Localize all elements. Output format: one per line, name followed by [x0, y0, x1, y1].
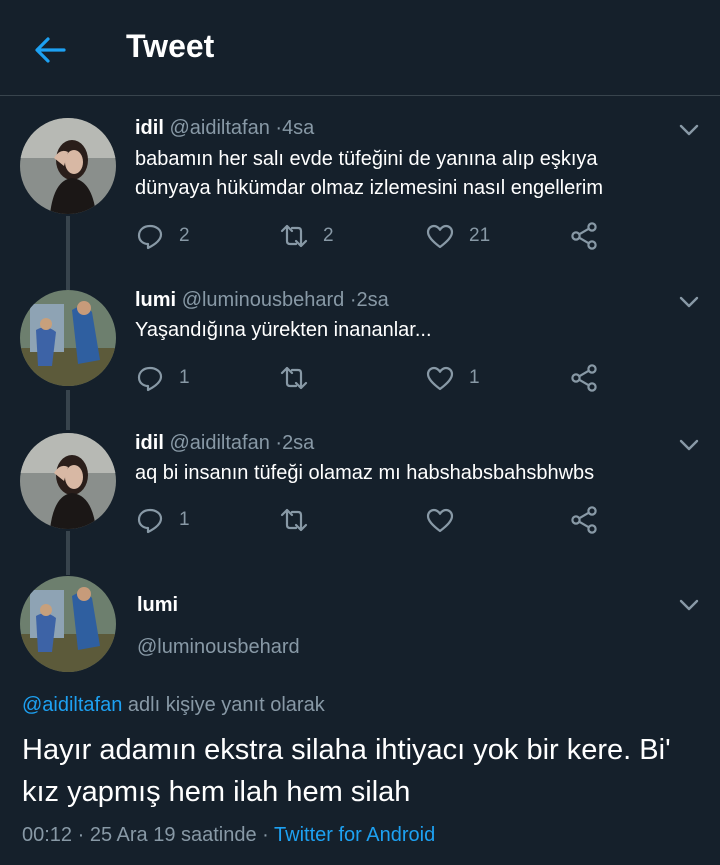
reply-button[interactable]: 2: [135, 219, 190, 253]
author-name[interactable]: idil: [135, 432, 164, 454]
reply-to-suffix: adlı kişiye yanıt olarak: [122, 694, 325, 716]
retweet-button[interactable]: 2: [279, 219, 334, 253]
share-button[interactable]: [569, 503, 599, 537]
retweet-button[interactable]: [279, 503, 309, 537]
retweet-count: 2: [323, 225, 334, 246]
avatar[interactable]: [20, 576, 116, 672]
avatar[interactable]: [20, 118, 116, 214]
retweet-icon: [280, 224, 308, 248]
reply-icon: [137, 224, 163, 250]
reply-button[interactable]: 1: [135, 361, 190, 395]
retweet-button[interactable]: [279, 361, 309, 395]
thread-line: [66, 531, 70, 575]
retweet-icon: [280, 366, 308, 390]
reply-count: 2: [179, 225, 190, 246]
chevron-down-icon[interactable]: [676, 289, 702, 315]
tweet-meta: 00:12 · 25 Ara 19 saatinde · Twitter for…: [22, 824, 435, 847]
reply-icon: [137, 366, 163, 392]
tweet-text: Yaşandığına yürekten inananlar...: [135, 319, 432, 341]
source-link[interactable]: Twitter for Android: [274, 824, 435, 846]
share-button[interactable]: [569, 219, 599, 253]
chevron-down-icon[interactable]: [676, 117, 702, 143]
like-button[interactable]: 21: [425, 219, 490, 253]
replying-to: @aidiltafan adlı kişiye yanıt olarak: [22, 694, 325, 717]
author-name[interactable]: lumi: [137, 594, 178, 617]
tweet-text: babamın her salı evde tüfeğini de yanına…: [135, 148, 603, 199]
author-handle[interactable]: @aidiltafan: [169, 117, 269, 139]
avatar[interactable]: [20, 433, 116, 529]
chevron-down-icon[interactable]: [676, 592, 702, 618]
timestamp: 00:12 · 25 Ara 19 saatinde ·: [22, 824, 275, 846]
reply-count: 1: [179, 509, 190, 530]
author-name[interactable]: idil: [135, 117, 164, 139]
thread-line: [66, 216, 70, 290]
author-handle[interactable]: @luminousbehard: [137, 636, 300, 659]
tweet-header: idil @aidiltafan ·2sa: [135, 432, 314, 455]
retweet-icon: [280, 508, 308, 532]
author-name[interactable]: lumi: [135, 289, 176, 311]
tweet-actions: 1: [135, 503, 615, 537]
author-handle[interactable]: @luminousbehard: [182, 289, 345, 311]
reply-icon: [137, 508, 163, 534]
heart-icon: [426, 366, 454, 391]
tweet-actions: 1 1: [135, 361, 615, 395]
reply-to-link[interactable]: @aidiltafan: [22, 694, 122, 716]
tweet-time: 4sa: [282, 117, 315, 139]
top-bar: Tweet: [0, 0, 720, 96]
author-handle[interactable]: @aidiltafan: [169, 432, 269, 454]
share-button[interactable]: [569, 361, 599, 395]
tweet-actions: 2 2 21: [135, 219, 615, 253]
tweet-header: idil @aidiltafan ·4sa: [135, 117, 314, 140]
tweet-time: 2sa: [282, 432, 315, 454]
thread-line: [66, 390, 70, 430]
chevron-down-icon[interactable]: [676, 432, 702, 458]
heart-icon: [426, 508, 454, 533]
like-count: 21: [469, 225, 491, 246]
share-icon: [571, 364, 597, 392]
avatar[interactable]: [20, 290, 116, 386]
tweet-text: aq bi insanın tüfeği olamaz mı habshabsb…: [135, 462, 595, 484]
tweet-text: Hayır adamın ekstra silaha ihtiyacı yok …: [22, 734, 671, 808]
tweet-time: 2sa: [356, 289, 389, 311]
reply-count: 1: [179, 367, 190, 388]
back-arrow-icon[interactable]: [30, 30, 70, 70]
share-icon: [571, 222, 597, 250]
like-button[interactable]: [425, 503, 455, 537]
share-icon: [571, 506, 597, 534]
like-count: 1: [469, 367, 480, 388]
reply-button[interactable]: 1: [135, 503, 190, 537]
heart-icon: [426, 224, 454, 249]
page-title: Tweet: [126, 28, 215, 64]
like-button[interactable]: 1: [425, 361, 480, 395]
separator: ·: [349, 289, 357, 311]
tweet-header: lumi @luminousbehard ·2sa: [135, 289, 389, 312]
